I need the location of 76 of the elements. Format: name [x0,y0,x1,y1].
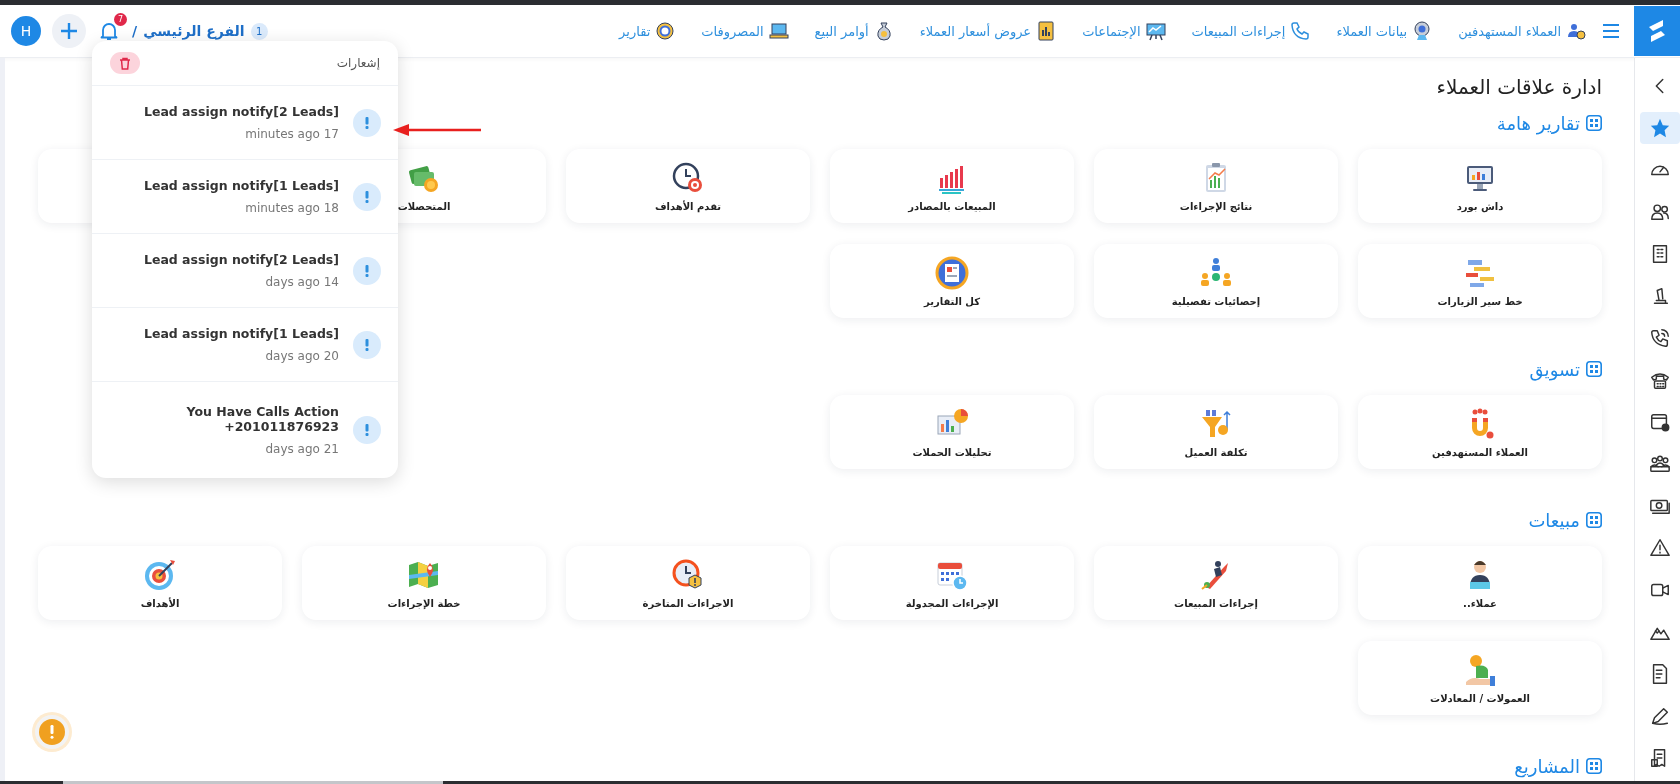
report-circle-icon [934,255,970,291]
notification-title: Lead assign notify[2 Leads] [143,252,339,267]
add-button[interactable] [52,14,86,48]
presentation-board-icon [1145,21,1166,41]
report-tile[interactable]: كل التقارير [830,244,1074,318]
report-tile[interactable]: الأهداف [38,546,282,620]
report-tile[interactable]: عملاء.. [1358,546,1602,620]
notification-title: Lead assign notify[2 Leads] [143,104,339,119]
notification-item[interactable]: Lead assign notify[2 Leads] days ago 14 [92,234,398,308]
report-tile[interactable]: العمولات / المعادلات [1358,641,1602,715]
webcam-icon [1412,21,1433,41]
alert-icon [353,256,381,285]
nav-link[interactable]: تقارير [619,21,676,41]
report-tile[interactable]: تحليلات الحملات [830,395,1074,469]
section-title: المشاريع [1514,755,1580,777]
nav-link[interactable]: الإجتماعات [1082,21,1166,41]
nav-link[interactable]: أوامر البيع [814,21,894,41]
report-tile[interactable]: تكلفة العميل [1094,395,1338,469]
nav-link[interactable]: بيانات العملاء [1336,21,1433,41]
plus-icon [59,21,79,41]
nav-link[interactable]: عروض أسعار العملاء [919,21,1057,41]
notification-time: days ago 21 [265,442,339,456]
notification-time: days ago 14 [265,275,339,289]
people-coin-icon [1566,21,1586,41]
phone-icon [1290,21,1311,41]
branch-name[interactable]: الفرع الرئيسي [143,23,245,39]
nav-link[interactable]: العملاء المستهدفين [1458,21,1586,41]
delete-button[interactable] [110,52,140,74]
notification-time: minutes ago 17 [245,127,339,141]
trash-icon [119,56,131,70]
report-tile[interactable]: خطة الإجراءات [302,546,546,620]
report-tile[interactable]: الاجراءات المتاخرة [566,546,810,620]
report-tile[interactable]: نتائج الإجراءات [1094,149,1338,223]
report-tile[interactable]: إحصائيات تفصيلية [1094,244,1338,318]
section-title: تسويق [1529,358,1580,380]
notification-title: You Have Calls Action +201011876923 [186,404,339,434]
bell-icon[interactable] [100,21,118,41]
notification-item[interactable]: Lead assign notify[2 Leads] minutes ago 17 [92,86,398,160]
exclamation-icon [50,725,54,739]
grid-icon [1586,512,1602,528]
report-tile[interactable]: داش بورد [1358,149,1602,223]
report-tile[interactable]: العملاء المستهدفين [1358,395,1602,469]
alert-icon [353,416,381,444]
breadcrumb-separator: / [132,23,138,39]
laptop-icon [768,21,789,41]
nav-link[interactable]: المصروفات [701,21,789,41]
section-title: مبيعات [1528,509,1580,531]
notification-item[interactable]: Lead assign notify[1 Leads] days ago 20 [92,308,398,382]
report-tile[interactable]: خط سير الزيارات [1358,244,1602,318]
menu-icon[interactable] [1602,24,1620,38]
logo-icon[interactable] [1634,6,1680,56]
report-tile[interactable]: المبيعات بالمصادر [830,149,1074,223]
branch-count: 1 [250,22,268,40]
user-avatar[interactable]: H [11,16,41,46]
alert-icon [353,182,381,211]
notification-count: 7 [114,13,127,26]
report-tile[interactable]: إجراءات المبيعات [1094,546,1338,620]
document-chart-icon [1036,21,1057,41]
panel-title: إشعارات [336,56,380,70]
notification-item[interactable]: Lead assign notify[1 Leads] minutes ago 18 [92,160,398,234]
report-tile[interactable]: تقدم الأهداف [566,149,810,223]
grid-icon [1586,361,1602,377]
section-title: تقارير هامة [1496,112,1580,134]
page-title: ادارة علاقات العملاء [1435,74,1602,101]
notification-time: days ago 20 [265,349,339,363]
alert-icon [353,330,381,359]
report-tile[interactable]: الإجراءات المجدولة [830,546,1074,620]
alert-icon [353,108,381,137]
nav-link[interactable]: إجراءات المبيعات [1191,21,1311,41]
ring-icon [655,21,676,41]
notification-title: Lead assign notify[1 Leads] [143,326,339,341]
target-icon [142,557,178,593]
notification-item[interactable]: You Have Calls Action +201011876923 days ago 21 [92,382,398,478]
scrollbar[interactable] [63,781,443,784]
grid-icon [1586,758,1602,774]
grid-icon [1586,115,1602,131]
